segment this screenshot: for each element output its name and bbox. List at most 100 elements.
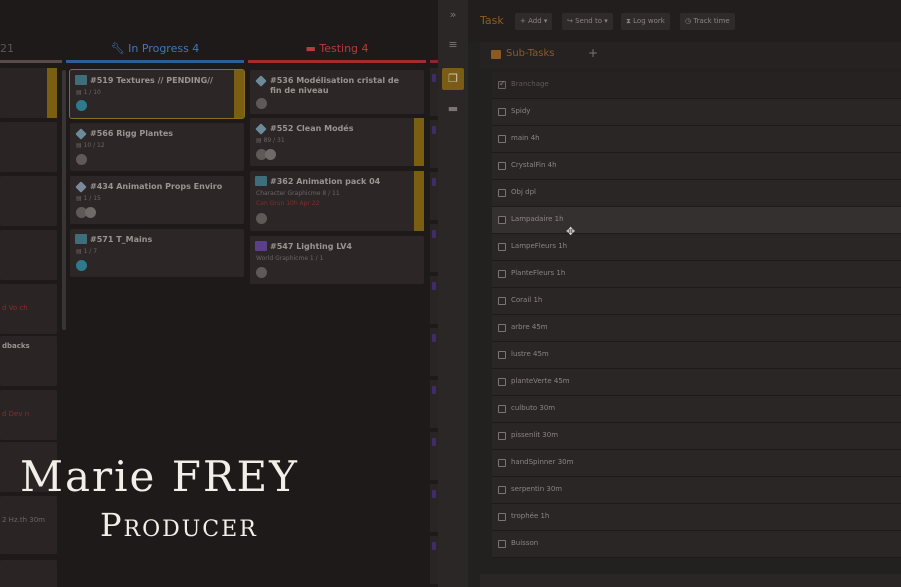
double-chevron-icon[interactable]: » bbox=[442, 4, 464, 26]
track-time-button[interactable]: ◷ Track time bbox=[680, 13, 735, 30]
subtask-checkbox[interactable] bbox=[498, 351, 506, 359]
subtask-checkbox[interactable] bbox=[498, 540, 506, 548]
subtask-row[interactable]: main 4h bbox=[492, 126, 901, 153]
menu-icon[interactable]: ≡ bbox=[442, 34, 464, 56]
add-button[interactable]: + Add ▾ bbox=[515, 13, 553, 30]
subtask-row[interactable]: Buisson bbox=[492, 531, 901, 558]
card-partial[interactable] bbox=[430, 328, 438, 376]
card-partial[interactable] bbox=[430, 380, 438, 428]
column-header-partial[interactable]: 21 bbox=[0, 42, 62, 63]
card-partial[interactable] bbox=[430, 484, 438, 532]
subtask-checkbox[interactable] bbox=[498, 162, 506, 170]
card-partial[interactable] bbox=[0, 560, 57, 587]
subtask-checkbox[interactable] bbox=[498, 79, 506, 89]
card-title: #536 Modélisation cristal de fin de nive… bbox=[270, 76, 400, 95]
kanban-board: 21 🔧︎ In Progress 4 ▬ Testing 4 d Vo ch … bbox=[0, 0, 438, 587]
subtask-checkbox[interactable] bbox=[498, 324, 506, 332]
subtask-checkbox[interactable] bbox=[498, 297, 506, 305]
subtask-checkbox[interactable] bbox=[498, 108, 506, 116]
subtask-row[interactable]: lustre 45m bbox=[492, 342, 901, 369]
column-scrollbar[interactable] bbox=[62, 70, 66, 330]
card-partial[interactable] bbox=[430, 432, 438, 480]
card-meta: d Vo ch bbox=[2, 304, 28, 312]
card-partial[interactable] bbox=[0, 68, 57, 118]
subtask-row[interactable]: planteVerte 45m bbox=[492, 369, 901, 396]
subtask-checkbox[interactable] bbox=[498, 513, 506, 521]
card-partial[interactable] bbox=[430, 536, 438, 584]
column-header-in-progress[interactable]: 🔧︎ In Progress 4 bbox=[66, 42, 244, 63]
card-552[interactable]: #552 Clean Modés ▤ 89 / 31 bbox=[250, 118, 424, 166]
card-title: #552 Clean Modés bbox=[270, 124, 354, 133]
card-icon bbox=[432, 230, 436, 238]
subtask-row[interactable]: LampeFleurs 1h bbox=[492, 234, 901, 261]
subtask-row[interactable]: arbre 45m bbox=[492, 315, 901, 342]
card-partial[interactable] bbox=[430, 68, 438, 116]
chat-icon[interactable]: ▬ bbox=[442, 98, 464, 120]
send-to-button[interactable]: ↪ Send to ▾ bbox=[562, 13, 613, 30]
subtask-row[interactable]: trophée 1h bbox=[492, 504, 901, 531]
card-stripe bbox=[234, 70, 244, 118]
subtask-checkbox[interactable] bbox=[498, 432, 506, 440]
card-partial[interactable] bbox=[0, 176, 57, 226]
column-header-next[interactable] bbox=[430, 42, 438, 63]
card-partial[interactable] bbox=[430, 172, 438, 220]
card-partial[interactable] bbox=[430, 224, 438, 272]
model-icon bbox=[255, 123, 267, 135]
subtask-checkbox[interactable] bbox=[498, 216, 506, 224]
subtask-row[interactable]: Obj dpl bbox=[492, 180, 901, 207]
subtask-label: pissenlit 30m bbox=[511, 431, 559, 439]
card-362[interactable]: #362 Animation pack 04 Character Graphic… bbox=[250, 171, 424, 231]
card-partial[interactable]: dbacks bbox=[0, 336, 57, 386]
stack-icon[interactable]: ❐ bbox=[442, 68, 464, 90]
subtask-label: Spidy bbox=[511, 107, 531, 115]
subtask-label: lustre 45m bbox=[511, 350, 549, 358]
card-519[interactable]: #519 Textures // PENDING// ▤ 1 / 10 bbox=[69, 69, 245, 119]
card-partial[interactable] bbox=[0, 230, 57, 280]
testing-icon: ▬ bbox=[305, 42, 320, 55]
card-partial[interactable] bbox=[430, 120, 438, 168]
column-header-testing[interactable]: ▬ Testing 4 bbox=[248, 42, 426, 63]
card-566[interactable]: #566 Rigg Plantes ▤ 10 / 12 bbox=[70, 123, 244, 171]
card-partial[interactable] bbox=[0, 122, 57, 172]
card-partial[interactable] bbox=[0, 442, 57, 492]
subtask-checkbox[interactable] bbox=[498, 459, 506, 467]
subtask-checkbox[interactable] bbox=[498, 189, 506, 197]
subtask-checkbox[interactable] bbox=[498, 378, 506, 386]
subtask-checkbox[interactable] bbox=[498, 270, 506, 278]
card-partial[interactable]: d Vo ch bbox=[0, 284, 57, 334]
card-due: Can Grun 10h Apr 22 bbox=[256, 200, 320, 207]
card-count: 1 / 15 bbox=[83, 195, 101, 202]
avatar bbox=[85, 207, 96, 218]
subtask-checkbox[interactable] bbox=[498, 135, 506, 143]
subtask-checkbox[interactable] bbox=[498, 243, 506, 251]
card-partial[interactable]: d Dev n bbox=[0, 390, 57, 440]
subtask-row[interactable]: Lampadaire 1h bbox=[492, 207, 901, 234]
card-partial[interactable] bbox=[430, 276, 438, 324]
subtask-row[interactable]: PlanteFleurs 1h bbox=[492, 261, 901, 288]
card-title: #571 T_Mains bbox=[90, 235, 153, 244]
card-536[interactable]: #536 Modélisation cristal de fin de nive… bbox=[250, 70, 424, 114]
subtask-row[interactable]: Spidy bbox=[492, 99, 901, 126]
log-work-button[interactable]: ⧗ Log work bbox=[621, 13, 670, 30]
column-header-bar bbox=[66, 60, 244, 63]
card-547[interactable]: #547 Lighting LV4 World Graphicme 1 / 1 bbox=[250, 236, 424, 284]
card-meta: ▤ 89 / 31 bbox=[256, 137, 285, 144]
subtask-row[interactable]: Corail 1h bbox=[492, 288, 901, 315]
subtask-checkbox[interactable] bbox=[498, 486, 506, 494]
subtask-label: LampeFleurs 1h bbox=[511, 242, 568, 250]
subtask-row[interactable]: culbuto 30m bbox=[492, 396, 901, 423]
avatar bbox=[76, 154, 87, 165]
card-meta: ▤ 10 / 12 bbox=[76, 142, 105, 149]
task-title: Task bbox=[480, 14, 504, 27]
subtask-label: trophée 1h bbox=[511, 512, 550, 520]
subtask-row[interactable]: serpentin 30m bbox=[492, 477, 901, 504]
card-434[interactable]: #434 Animation Props Enviro ▤ 1 / 15 bbox=[70, 176, 244, 224]
card-571[interactable]: #571 T_Mains ▤ 1 / 7 bbox=[70, 229, 244, 277]
subtask-row[interactable]: Branchage bbox=[492, 72, 901, 99]
subtask-checkbox[interactable] bbox=[498, 405, 506, 413]
subtask-row[interactable]: handSpinner 30m bbox=[492, 450, 901, 477]
subtask-row[interactable]: pissenlit 30m bbox=[492, 423, 901, 450]
subtask-row[interactable]: CrystalFin 4h bbox=[492, 153, 901, 180]
add-subtask-button[interactable]: + bbox=[588, 46, 598, 60]
card-partial[interactable]: 2 Hz.th 30m bbox=[0, 496, 57, 554]
